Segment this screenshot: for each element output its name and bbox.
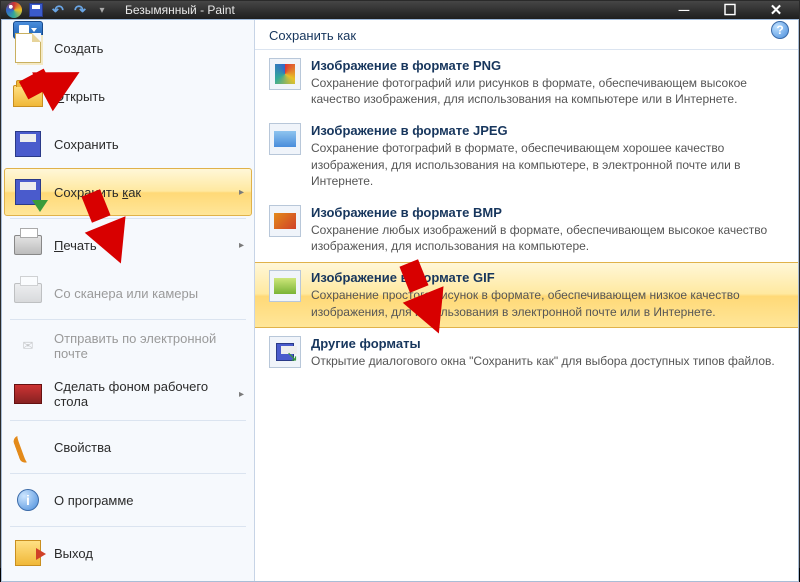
window-title: Безымянный - Paint xyxy=(125,3,235,17)
format-gif[interactable]: Изображение в формате GIF Сохранение про… xyxy=(255,262,798,327)
window-controls: ─ ☐ ✕ xyxy=(661,1,799,19)
gif-format-icon xyxy=(269,270,301,302)
qat-customize-button[interactable]: ▾ xyxy=(93,1,111,19)
format-title: Изображение в формате PNG xyxy=(311,58,784,73)
format-list: Изображение в формате PNG Сохранение фот… xyxy=(255,50,798,581)
sidebar-properties-label: Свойства xyxy=(54,440,111,455)
format-desc: Сохранение фотографий в формате, обеспеч… xyxy=(311,140,784,189)
submenu-arrow-icon: ▸ xyxy=(239,240,244,251)
sidebar-save-label: Сохранить xyxy=(54,137,119,152)
save-as-header: Сохранить как xyxy=(255,20,798,50)
sidebar-email-label: Отправить по электронной почте xyxy=(54,331,244,361)
format-bmp[interactable]: Изображение в формате BMP Сохранение люб… xyxy=(255,197,798,262)
properties-icon xyxy=(12,431,44,463)
about-icon: i xyxy=(12,484,44,516)
sidebar-about[interactable]: i О программе xyxy=(4,476,252,524)
sidebar-open-label: Открыть xyxy=(54,89,105,104)
png-format-icon xyxy=(269,58,301,90)
format-jpeg[interactable]: Изображение в формате JPEG Сохранение фо… xyxy=(255,115,798,197)
separator xyxy=(10,473,246,474)
format-title: Изображение в формате BMP xyxy=(311,205,784,220)
format-desc: Сохранение любых изображений в формате, … xyxy=(311,222,784,254)
sidebar-open[interactable]: Открыть xyxy=(4,72,252,120)
separator xyxy=(10,526,246,527)
printer-icon xyxy=(12,229,44,261)
format-title: Изображение в формате GIF xyxy=(311,270,784,285)
separator xyxy=(10,420,246,421)
sidebar-exit-label: Выход xyxy=(54,546,93,561)
format-title: Другие форматы xyxy=(311,336,784,351)
other-format-icon: ↘ xyxy=(269,336,301,368)
sidebar-saveas-label: Сохранить как xyxy=(54,185,141,200)
scanner-icon xyxy=(12,277,44,309)
maximize-button[interactable]: ☐ xyxy=(707,1,753,19)
paint-app-icon[interactable] xyxy=(5,1,23,19)
quick-access-toolbar: ↶ ↷ ▾ xyxy=(5,1,111,19)
sidebar-exit[interactable]: Выход xyxy=(4,529,252,577)
save-disk-icon xyxy=(12,128,44,160)
sidebar-properties[interactable]: Свойства xyxy=(4,423,252,471)
sidebar-save-as[interactable]: Сохранить как ▸ xyxy=(4,168,252,216)
jpeg-format-icon xyxy=(269,123,301,155)
sidebar-print[interactable]: Печать ▸ xyxy=(4,221,252,269)
save-as-panel: Сохранить как Изображение в формате PNG … xyxy=(255,20,798,581)
sidebar-email: ✉ Отправить по электронной почте xyxy=(4,322,252,370)
bmp-format-icon xyxy=(269,205,301,237)
wallpaper-icon xyxy=(12,378,44,410)
qat-undo-button[interactable]: ↶ xyxy=(49,1,67,19)
new-file-icon xyxy=(12,32,44,64)
sidebar-scanner-label: Со сканера или камеры xyxy=(54,286,198,301)
close-button[interactable]: ✕ xyxy=(753,1,799,19)
format-other[interactable]: ↘ Другие форматы Открытие диалогового ок… xyxy=(255,328,798,377)
submenu-arrow-icon: ▸ xyxy=(239,187,244,198)
ribbon-tabs-row: ? xyxy=(1,19,799,20)
minimize-button[interactable]: ─ xyxy=(661,1,707,19)
sidebar-scanner: Со сканера или камеры xyxy=(4,269,252,317)
submenu-arrow-icon: ▸ xyxy=(239,389,244,400)
paint-window: ↶ ↷ ▾ Безымянный - Paint ─ ☐ ✕ ? Создать… xyxy=(0,0,800,568)
help-button[interactable]: ? xyxy=(771,21,789,39)
sidebar-wallpaper-label: Сделать фоном рабочего стола xyxy=(54,379,229,409)
format-desc: Сохранение фотографий или рисунков в фор… xyxy=(311,75,784,107)
sidebar-about-label: О программе xyxy=(54,493,134,508)
sidebar-new-label: Создать xyxy=(54,41,103,56)
file-menu-dropdown: Создать Открыть Сохранить Сохранить как … xyxy=(1,20,799,582)
sidebar-new[interactable]: Создать xyxy=(4,24,252,72)
open-folder-icon xyxy=(12,80,44,112)
separator xyxy=(10,218,246,219)
separator xyxy=(10,319,246,320)
save-as-icon xyxy=(12,176,44,208)
format-desc: Сохранение простого рисунок в формате, о… xyxy=(311,287,784,319)
email-icon: ✉ xyxy=(12,330,44,362)
file-menu-sidebar: Создать Открыть Сохранить Сохранить как … xyxy=(2,20,255,581)
titlebar: ↶ ↷ ▾ Безымянный - Paint ─ ☐ ✕ xyxy=(1,1,799,19)
format-desc: Открытие диалогового окна "Сохранить как… xyxy=(311,353,784,369)
sidebar-print-label: Печать xyxy=(54,238,97,253)
exit-icon xyxy=(12,537,44,569)
qat-save-button[interactable] xyxy=(27,1,45,19)
sidebar-wallpaper[interactable]: Сделать фоном рабочего стола ▸ xyxy=(4,370,252,418)
qat-redo-button[interactable]: ↷ xyxy=(71,1,89,19)
format-png[interactable]: Изображение в формате PNG Сохранение фот… xyxy=(255,50,798,115)
sidebar-save[interactable]: Сохранить xyxy=(4,120,252,168)
format-title: Изображение в формате JPEG xyxy=(311,123,784,138)
